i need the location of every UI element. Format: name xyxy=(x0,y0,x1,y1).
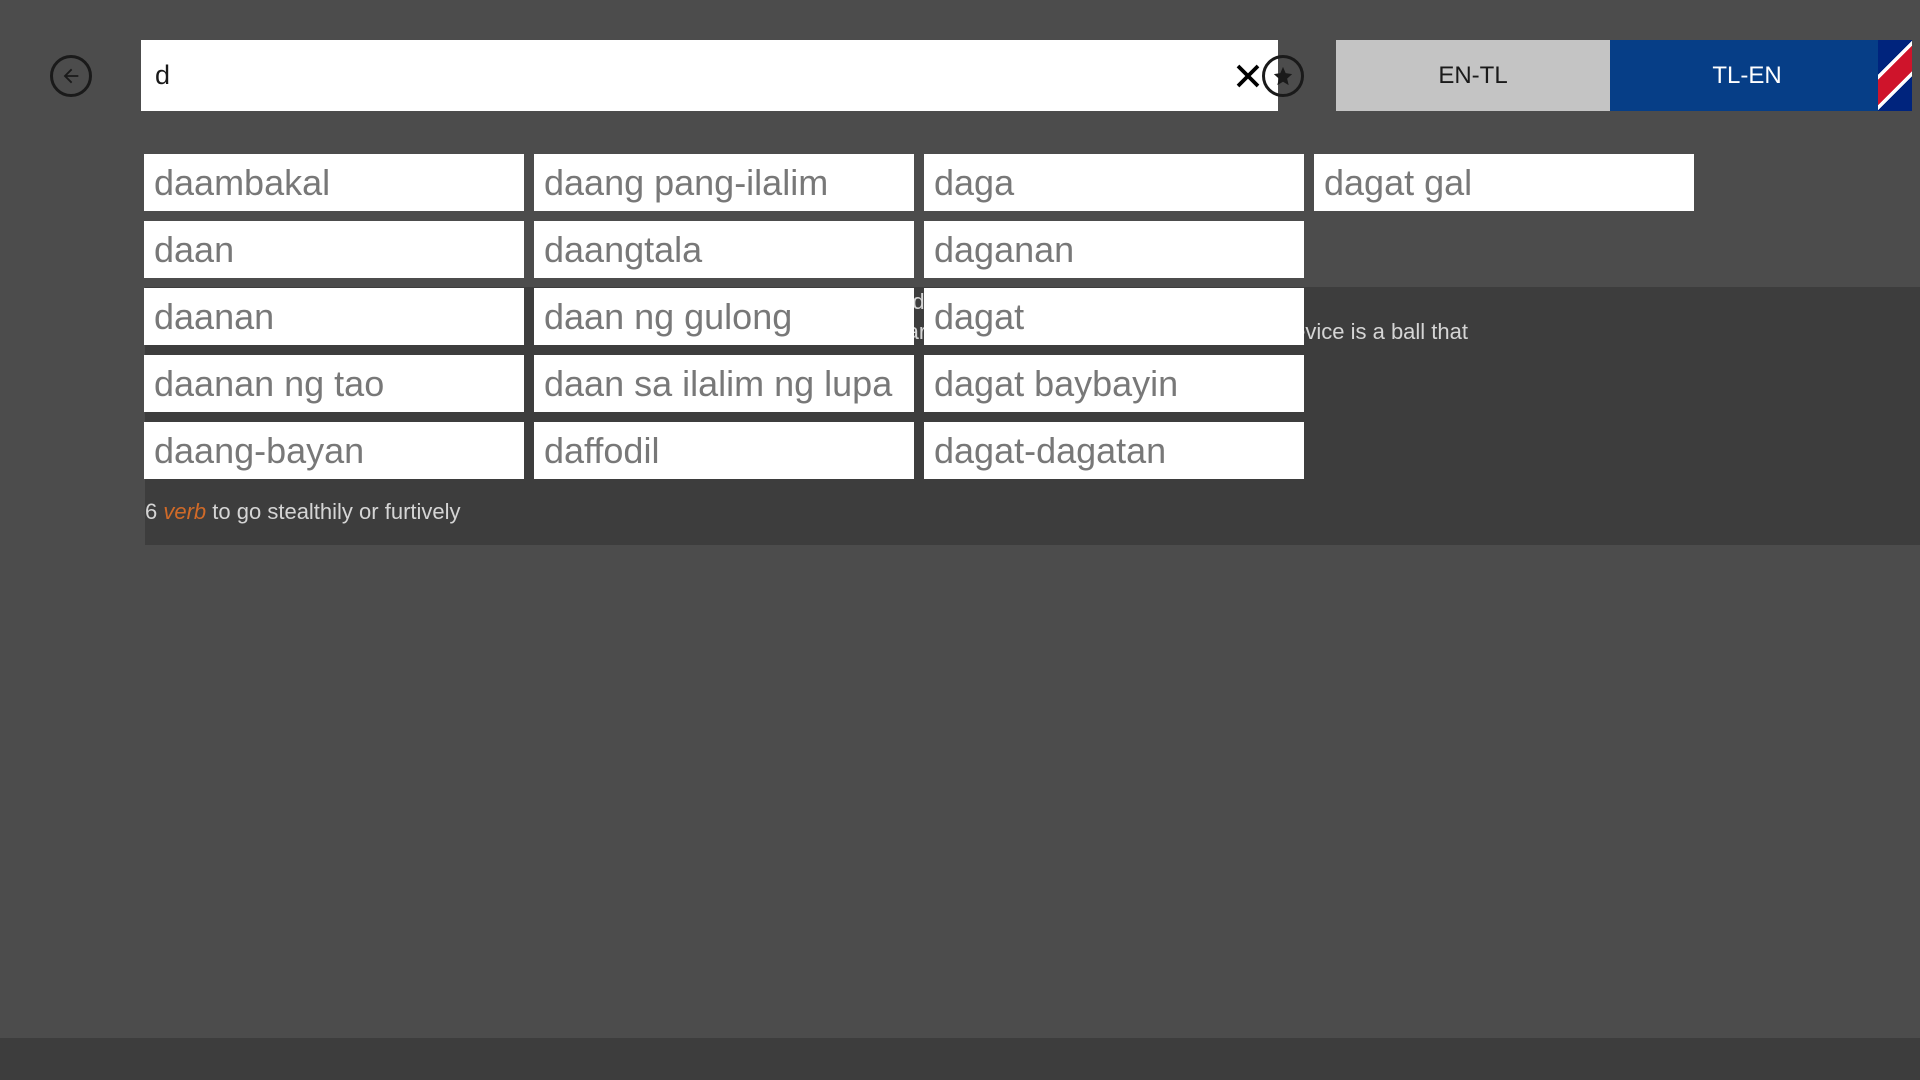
favorite-button[interactable] xyxy=(1262,55,1304,97)
part-of-speech: verb xyxy=(163,499,206,524)
star-icon xyxy=(1272,65,1294,87)
suggestion-item[interactable]: daanan xyxy=(144,288,524,345)
suggestion-item[interactable]: dagat baybayin xyxy=(924,355,1304,412)
suggestion-item[interactable]: dagat xyxy=(924,288,1304,345)
suggestion-item[interactable]: daambakal xyxy=(144,154,524,211)
close-icon xyxy=(1233,61,1263,91)
suggestion-item[interactable]: daang pang-ilalim xyxy=(534,154,914,211)
search-box xyxy=(141,40,1278,111)
suggestion-item[interactable]: daangtala xyxy=(534,221,914,278)
suggestion-item[interactable]: daan xyxy=(144,221,524,278)
language-tabs: EN-TL TL-EN xyxy=(1336,40,1884,111)
tab-en-tl[interactable]: EN-TL xyxy=(1336,40,1610,111)
definition-text: to go stealthily or furtively xyxy=(212,499,460,524)
suggestion-grid: daambakal daang pang-ilalim daga dagat g… xyxy=(144,154,1694,479)
definition-number: 6 xyxy=(145,499,157,524)
suggestion-item[interactable]: daga xyxy=(924,154,1304,211)
flag-icon xyxy=(1878,40,1912,111)
tab-tl-en[interactable]: TL-EN xyxy=(1610,40,1884,111)
suggestion-item[interactable]: daan sa ilalim ng lupa xyxy=(534,355,914,412)
search-input[interactable] xyxy=(141,40,1218,111)
suggestion-item[interactable]: daganan xyxy=(924,221,1304,278)
app-bar[interactable] xyxy=(0,1038,1920,1080)
suggestion-item[interactable]: daffodil xyxy=(534,422,914,479)
suggestion-item[interactable]: daanan ng tao xyxy=(144,355,524,412)
arrow-left-icon xyxy=(60,65,82,87)
back-button[interactable] xyxy=(50,55,92,97)
suggestion-item[interactable]: daang-bayan xyxy=(144,422,524,479)
suggestion-item[interactable]: dagat-dagatan xyxy=(924,422,1304,479)
suggestion-item[interactable]: daan ng gulong xyxy=(534,288,914,345)
definition-line: 6 verb to go stealthily or furtively xyxy=(145,497,1898,527)
suggestion-item[interactable]: dagat gal xyxy=(1314,154,1694,211)
